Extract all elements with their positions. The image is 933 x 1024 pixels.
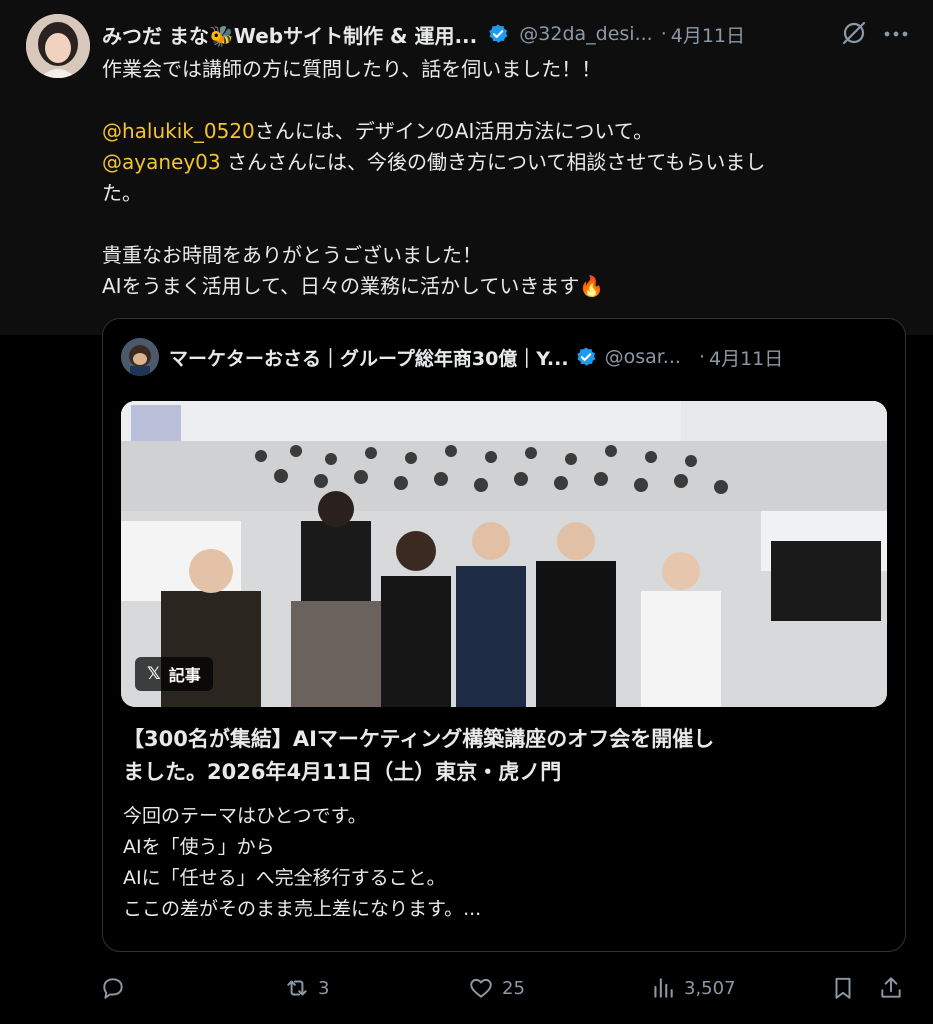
bookmark-icon [835,977,851,999]
article-title-line: ました。2026年4月11日（土）東京・虎ノ門 [123,760,562,784]
share-icon [881,977,901,998]
quoted-tweet-card[interactable]: マーケターおさる｜グループ総年商30億｜Y... @osar... · 4月11… [102,318,906,952]
author-name[interactable]: みつだ まな🐝Webサイト制作 & 運用... [102,20,477,49]
quoted-author-avatar[interactable] [121,338,159,376]
tweet-line: @ayaney03 さんさんには、今後の働き方について相談させてもらいまし [102,147,892,178]
article-title-line: 【300名が集結】AIマーケティング構築講座のオフ会を開催し [123,727,715,751]
article-excerpt-line: 今回のテーマはひとつです。 [123,805,367,827]
article-excerpt-line: ここの差がそのまま売上差になります。... [123,898,482,920]
tweet-date[interactable]: 4月11日 [671,21,745,48]
article-excerpt-line: AIを「使う」から [123,836,275,858]
retweet-count: 3 [318,977,330,999]
separator-dot: · [698,346,705,368]
tweet-line: @halukik_0520さんには、デザインのAI活用方法について。 [102,116,892,147]
quoted-author-handle[interactable]: @osar... [605,346,681,368]
author-avatar[interactable] [26,14,90,78]
tweet-text: 作業会では講師の方に質問したり、話を伺いました！！ @halukik_0520さ… [102,54,892,302]
quoted-author-name[interactable]: マーケターおさる｜グループ総年商30億｜Y... [169,344,569,371]
tweet-line-text: さんさんには、今後の働き方について相談させてもらいまし [220,150,766,174]
verified-icon [576,347,595,366]
grok-icon[interactable] [841,20,867,46]
view-count: 3,507 [684,977,736,999]
tweet-line [102,209,892,240]
separator-dot: · [660,23,667,45]
more-icon[interactable] [883,30,909,38]
article-excerpt-line: AIに「任せる」へ完全移行すること。 [123,867,446,889]
tweet-actions: 3 25 3,507 [100,968,912,1008]
tweet-header: みつだ まな🐝Webサイト制作 & 運用... @32da_desi... · … [102,18,913,50]
retweet-icon [287,980,307,996]
mention-link[interactable]: @halukik_0520 [102,119,255,143]
tweet-line: 作業会では講師の方に質問したり、話を伺いました！！ [102,57,602,81]
retweet-button[interactable]: 3 [284,968,329,1008]
quoted-tweet-date[interactable]: 4月11日 [709,344,783,371]
reply-icon [103,978,123,999]
tweet-line-text: さんには、デザインのAI活用方法について。 [254,119,654,143]
reply-button[interactable] [100,968,134,1008]
like-count: 25 [502,977,525,999]
article-cover-photo[interactable]: 𝕏 記事 [121,401,887,707]
x-logo-icon: 𝕏 [147,664,161,684]
views-icon [654,978,673,998]
tweet-line: た。 [102,181,142,205]
share-button[interactable] [878,968,904,1008]
author-handle[interactable]: @32da_desi... [519,23,652,45]
tweet-line: AIをうまく活用して、日々の業務に活かしていきます🔥 [102,274,605,298]
like-icon [470,978,492,998]
mention-link[interactable]: @ayaney03 [102,150,221,174]
bookmark-button[interactable] [830,968,856,1008]
verified-icon [489,24,508,43]
tweet-line [102,85,892,116]
article-title[interactable]: 【300名が集結】AIマーケティング構築講座のオフ会を開催し ました。2026年… [123,723,887,789]
article-badge-label: 記事 [168,666,201,685]
article-excerpt: 今回のテーマはひとつです。 AIを「使う」から AIに「任せる」へ完全移行するこ… [123,801,887,925]
quoted-tweet-header: マーケターおさる｜グループ総年商30億｜Y... @osar... · 4月11… [121,337,887,377]
like-button[interactable]: 25 [468,968,525,1008]
article-badge: 𝕏 記事 [135,657,213,691]
views-button[interactable]: 3,507 [650,968,736,1008]
tweet-line: 貴重なお時間をありがとうございました！ [102,243,482,267]
